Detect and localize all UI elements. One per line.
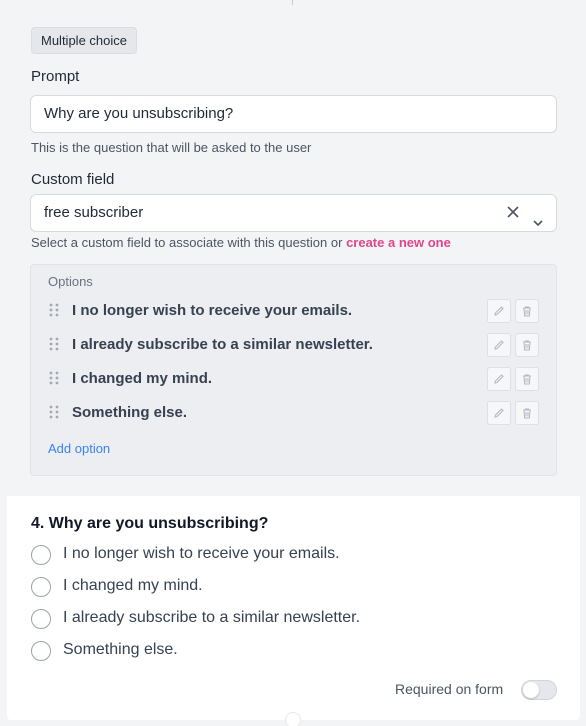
custom-field-select[interactable]: free subscriber <box>30 194 557 232</box>
add-option-link[interactable]: Add option <box>48 441 110 456</box>
option-row: I changed my mind. <box>31 362 556 396</box>
connector-line <box>292 0 293 5</box>
option-row: I already subscribe to a similar newslet… <box>31 328 556 362</box>
question-type-badge: Multiple choice <box>31 27 137 54</box>
option-label: I already subscribe to a similar newslet… <box>72 336 373 353</box>
option-label: Something else. <box>72 404 188 421</box>
custom-field-label: Custom field <box>31 171 115 188</box>
custom-field-value: free subscriber <box>44 204 144 221</box>
required-toggle[interactable] <box>521 680 557 700</box>
options-panel: Options I no longer wish to receive your… <box>30 264 557 476</box>
question-editor: Multiple choice Prompt Why are you unsub… <box>7 9 580 496</box>
choice-label: Something else. <box>63 641 178 658</box>
radio-button[interactable] <box>31 577 51 597</box>
toggle-knob <box>523 682 539 698</box>
choice-label: I already subscribe to a similar newslet… <box>63 609 361 626</box>
drag-handle-icon[interactable] <box>49 303 59 317</box>
prompt-label: Prompt <box>31 68 80 85</box>
drag-handle-icon[interactable] <box>49 371 59 385</box>
trash-icon[interactable] <box>515 299 539 323</box>
radio-button[interactable] <box>31 545 51 565</box>
pencil-icon[interactable] <box>487 367 511 391</box>
preview-question-title: 4. Why are you unsubscribing? <box>31 515 269 532</box>
create-custom-field-link[interactable]: create a new one <box>346 235 451 250</box>
option-row: Something else. <box>31 396 556 430</box>
trash-icon[interactable] <box>515 333 539 357</box>
choice-label: I changed my mind. <box>63 577 203 594</box>
close-icon[interactable] <box>506 205 520 221</box>
trash-icon[interactable] <box>515 401 539 425</box>
question-card: Multiple choice Prompt Why are you unsub… <box>7 9 580 720</box>
add-question-handle[interactable] <box>285 712 301 726</box>
pencil-icon[interactable] <box>487 333 511 357</box>
drag-handle-icon[interactable] <box>49 337 59 351</box>
trash-icon[interactable] <box>515 367 539 391</box>
options-title: Options <box>48 274 93 289</box>
pencil-icon[interactable] <box>487 401 511 425</box>
choice-label: I no longer wish to receive your emails. <box>63 545 340 562</box>
drag-handle-icon[interactable] <box>49 405 59 419</box>
custom-field-help: Select a custom field to associate with … <box>31 235 451 250</box>
pencil-icon[interactable] <box>487 299 511 323</box>
chevron-down-icon[interactable] <box>532 207 544 227</box>
option-label: I no longer wish to receive your emails. <box>72 302 353 319</box>
option-label: I changed my mind. <box>72 370 213 387</box>
radio-button[interactable] <box>31 609 51 629</box>
option-row: I no longer wish to receive your emails. <box>31 294 556 328</box>
radio-button[interactable] <box>31 641 51 661</box>
prompt-help-text: This is the question that will be asked … <box>31 140 312 155</box>
prompt-input[interactable]: Why are you unsubscribing? <box>30 95 557 133</box>
required-on-form-label: Required on form <box>395 681 504 697</box>
custom-field-help-text: Select a custom field to associate with … <box>31 235 343 250</box>
